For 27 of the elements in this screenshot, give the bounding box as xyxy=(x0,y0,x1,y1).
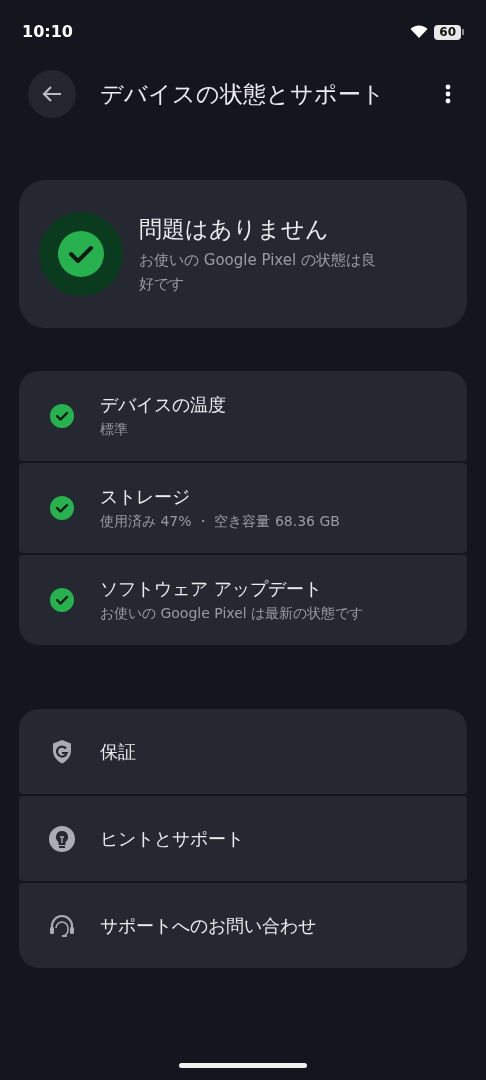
back-button[interactable] xyxy=(28,70,76,118)
shield-icon xyxy=(51,738,73,765)
status-list-item[interactable]: ストレージ 使用済み 47% ・ 空き容量 68.36 GB xyxy=(19,463,467,553)
item-subtitle: お使いの Google Pixel は最新の状態です xyxy=(100,604,364,623)
headset-icon xyxy=(49,913,75,938)
more-vert-icon xyxy=(445,84,451,104)
item-subtitle: 標準 xyxy=(100,420,129,439)
item-title: ヒントとサポート xyxy=(100,827,244,851)
item-subtitle: 使用済み 47% ・ 空き容量 68.36 GB xyxy=(100,512,340,531)
support-list-item[interactable]: ヒントとサポート xyxy=(19,796,467,881)
back-arrow-icon xyxy=(42,85,62,103)
item-title: デバイスの温度 xyxy=(100,393,226,417)
lightbulb-icon xyxy=(48,824,76,853)
item-title: 保証 xyxy=(100,740,136,764)
wifi-icon xyxy=(410,25,429,39)
status-time: 10:10 xyxy=(22,21,73,43)
battery-indicator: 60 xyxy=(434,24,464,40)
summary-title: 問題はありません xyxy=(139,214,330,244)
support-list-item[interactable]: 保証 xyxy=(19,709,467,794)
page-title: デバイスの状態とサポート xyxy=(100,79,386,109)
status-list-item[interactable]: ソフトウェア アップデート お使いの Google Pixel は最新の状態です xyxy=(19,555,467,645)
support-list-item[interactable]: サポートへのお問い合わせ xyxy=(19,883,467,968)
status-list-item[interactable]: デバイスの温度 標準 xyxy=(19,371,467,461)
item-title: ストレージ xyxy=(100,485,191,509)
item-title: ソフトウェア アップデート xyxy=(100,577,323,601)
item-title: サポートへのお問い合わせ xyxy=(100,914,316,938)
summary-subtitle: お使いの Google Pixel の状態は良好です xyxy=(139,250,377,296)
